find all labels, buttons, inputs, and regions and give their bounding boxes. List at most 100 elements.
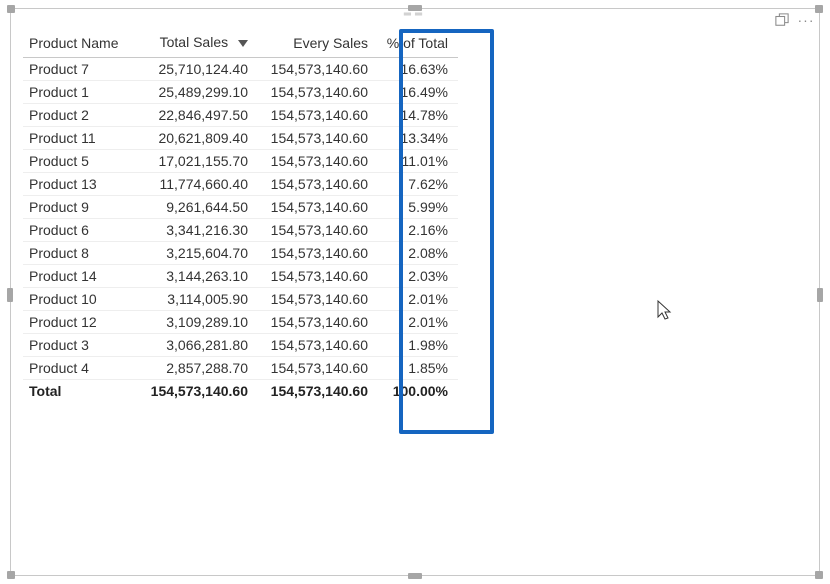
table-row[interactable]: Product 725,710,124.40154,573,140.6016.6… bbox=[23, 58, 458, 81]
cell-every-sales: 154,573,140.60 bbox=[258, 265, 378, 288]
cell-product: Product 5 bbox=[23, 150, 138, 173]
cell-product: Product 11 bbox=[23, 127, 138, 150]
cell-total-sales: 154,573,140.60 bbox=[138, 380, 258, 403]
cell-product: Product 12 bbox=[23, 311, 138, 334]
cell-every-sales: 154,573,140.60 bbox=[258, 150, 378, 173]
cell-every-sales: 154,573,140.60 bbox=[258, 288, 378, 311]
cell-pct: 14.78% bbox=[378, 104, 458, 127]
cell-total-sales: 3,341,216.30 bbox=[138, 219, 258, 242]
cell-every-sales: 154,573,140.60 bbox=[258, 219, 378, 242]
table-row[interactable]: Product 42,857,288.70154,573,140.601.85% bbox=[23, 357, 458, 380]
cell-every-sales: 154,573,140.60 bbox=[258, 380, 378, 403]
drag-grip-icon[interactable]: ══ bbox=[404, 13, 426, 17]
cell-product: Product 4 bbox=[23, 357, 138, 380]
resize-handle-mr[interactable] bbox=[817, 288, 823, 302]
cell-pct: 1.98% bbox=[378, 334, 458, 357]
cell-pct: 1.85% bbox=[378, 357, 458, 380]
table-row[interactable]: Product 103,114,005.90154,573,140.602.01… bbox=[23, 288, 458, 311]
cell-every-sales: 154,573,140.60 bbox=[258, 311, 378, 334]
cell-total-label: Total bbox=[23, 380, 138, 403]
cell-every-sales: 154,573,140.60 bbox=[258, 58, 378, 81]
resize-handle-ml[interactable] bbox=[7, 288, 13, 302]
col-header-label: Product Name bbox=[29, 35, 118, 51]
cell-product: Product 7 bbox=[23, 58, 138, 81]
cell-pct: 13.34% bbox=[378, 127, 458, 150]
cell-pct: 2.01% bbox=[378, 311, 458, 334]
cell-total-sales: 2,857,288.70 bbox=[138, 357, 258, 380]
mouse-cursor-icon bbox=[656, 299, 674, 321]
cell-every-sales: 154,573,140.60 bbox=[258, 196, 378, 219]
cell-every-sales: 154,573,140.60 bbox=[258, 242, 378, 265]
cell-pct: 7.62% bbox=[378, 173, 458, 196]
cell-pct: 2.16% bbox=[378, 219, 458, 242]
cell-product: Product 2 bbox=[23, 104, 138, 127]
table-row[interactable]: Product 99,261,644.50154,573,140.605.99% bbox=[23, 196, 458, 219]
more-options-icon[interactable]: ··· bbox=[797, 11, 815, 29]
cell-every-sales: 154,573,140.60 bbox=[258, 173, 378, 196]
cell-pct: 2.08% bbox=[378, 242, 458, 265]
cell-product: Product 8 bbox=[23, 242, 138, 265]
resize-handle-br[interactable] bbox=[815, 571, 823, 579]
col-header-label: Every Sales bbox=[293, 35, 368, 51]
cell-pct: 100.00% bbox=[378, 380, 458, 403]
cell-pct: 2.03% bbox=[378, 265, 458, 288]
resize-handle-tr[interactable] bbox=[815, 5, 823, 13]
cell-product: Product 14 bbox=[23, 265, 138, 288]
table-row[interactable]: Product 123,109,289.10154,573,140.602.01… bbox=[23, 311, 458, 334]
cell-product: Product 13 bbox=[23, 173, 138, 196]
resize-handle-mt[interactable] bbox=[408, 5, 422, 11]
cell-pct: 16.63% bbox=[378, 58, 458, 81]
cell-total-sales: 17,021,155.70 bbox=[138, 150, 258, 173]
data-table[interactable]: Product Name Total Sales Every Sales % o… bbox=[23, 31, 458, 402]
cell-product: Product 1 bbox=[23, 81, 138, 104]
cell-product: Product 9 bbox=[23, 196, 138, 219]
col-header-product[interactable]: Product Name bbox=[23, 31, 138, 58]
resize-handle-tl[interactable] bbox=[7, 5, 15, 13]
cell-pct: 5.99% bbox=[378, 196, 458, 219]
cell-every-sales: 154,573,140.60 bbox=[258, 357, 378, 380]
table-row[interactable]: Product 83,215,604.70154,573,140.602.08% bbox=[23, 242, 458, 265]
cell-total-sales: 25,489,299.10 bbox=[138, 81, 258, 104]
table-visual-frame[interactable]: ══ ··· Product Name Total Sales bbox=[10, 8, 820, 576]
table-row[interactable]: Product 125,489,299.10154,573,140.6016.4… bbox=[23, 81, 458, 104]
resize-handle-bl[interactable] bbox=[7, 571, 15, 579]
table-header-row: Product Name Total Sales Every Sales % o… bbox=[23, 31, 458, 58]
cell-total-sales: 3,144,263.10 bbox=[138, 265, 258, 288]
col-header-every-sales[interactable]: Every Sales bbox=[258, 31, 378, 58]
cell-product: Product 10 bbox=[23, 288, 138, 311]
cell-every-sales: 154,573,140.60 bbox=[258, 334, 378, 357]
col-header-label: Total Sales bbox=[160, 34, 228, 50]
table-row[interactable]: Product 63,341,216.30154,573,140.602.16% bbox=[23, 219, 458, 242]
resize-handle-mb[interactable] bbox=[408, 573, 422, 579]
cell-total-sales: 22,846,497.50 bbox=[138, 104, 258, 127]
focus-mode-icon[interactable] bbox=[773, 11, 791, 29]
visual-header-icons: ··· bbox=[773, 11, 815, 29]
table-row[interactable]: Product 1120,621,809.40154,573,140.6013.… bbox=[23, 127, 458, 150]
cell-every-sales: 154,573,140.60 bbox=[258, 81, 378, 104]
table-row[interactable]: Product 33,066,281.80154,573,140.601.98% bbox=[23, 334, 458, 357]
cell-product: Product 6 bbox=[23, 219, 138, 242]
table-row[interactable]: Product 222,846,497.50154,573,140.6014.7… bbox=[23, 104, 458, 127]
cell-pct: 11.01% bbox=[378, 150, 458, 173]
table-total-row[interactable]: Total154,573,140.60154,573,140.60100.00% bbox=[23, 380, 458, 403]
cell-every-sales: 154,573,140.60 bbox=[258, 104, 378, 127]
sort-desc-icon bbox=[238, 35, 248, 51]
cell-total-sales: 25,710,124.40 bbox=[138, 58, 258, 81]
cell-every-sales: 154,573,140.60 bbox=[258, 127, 378, 150]
cell-total-sales: 11,774,660.40 bbox=[138, 173, 258, 196]
cell-pct: 16.49% bbox=[378, 81, 458, 104]
table-row[interactable]: Product 1311,774,660.40154,573,140.607.6… bbox=[23, 173, 458, 196]
cell-total-sales: 20,621,809.40 bbox=[138, 127, 258, 150]
cell-product: Product 3 bbox=[23, 334, 138, 357]
cell-total-sales: 3,114,005.90 bbox=[138, 288, 258, 311]
table-row[interactable]: Product 517,021,155.70154,573,140.6011.0… bbox=[23, 150, 458, 173]
col-header-pct[interactable]: % of Total bbox=[378, 31, 458, 58]
cell-pct: 2.01% bbox=[378, 288, 458, 311]
col-header-total-sales[interactable]: Total Sales bbox=[138, 31, 258, 58]
table-row[interactable]: Product 143,144,263.10154,573,140.602.03… bbox=[23, 265, 458, 288]
col-header-label: % of Total bbox=[387, 35, 448, 51]
cell-total-sales: 9,261,644.50 bbox=[138, 196, 258, 219]
cell-total-sales: 3,215,604.70 bbox=[138, 242, 258, 265]
cell-total-sales: 3,066,281.80 bbox=[138, 334, 258, 357]
cell-total-sales: 3,109,289.10 bbox=[138, 311, 258, 334]
